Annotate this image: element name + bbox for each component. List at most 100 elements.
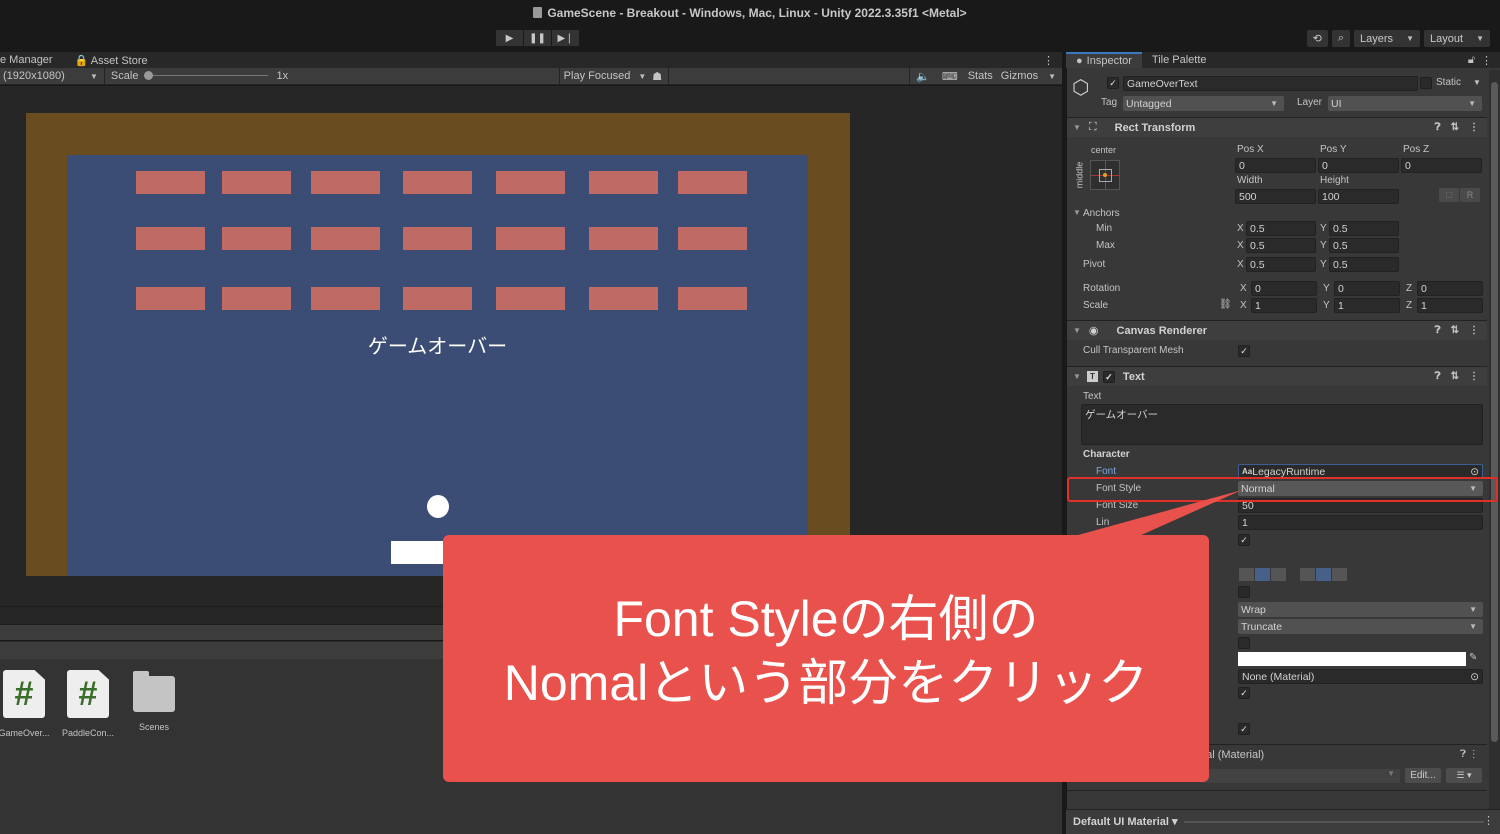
stats-button[interactable]: Stats <box>968 70 993 82</box>
raycast-target-checkbox[interactable]: ✓ <box>1238 687 1250 699</box>
maskable-checkbox[interactable]: ✓ <box>1238 723 1250 735</box>
scale-z-input[interactable]: 1 <box>1417 298 1483 313</box>
object-picker-icon[interactable]: ⊙ <box>1470 671 1479 683</box>
anchor-max-x-input[interactable]: 0.5 <box>1246 238 1316 253</box>
scrollbar-thumb[interactable] <box>1491 82 1498 742</box>
align-top-button[interactable] <box>1300 568 1315 581</box>
more-options-icon[interactable]: ⋮ <box>1469 122 1479 133</box>
rich-text-checkbox[interactable]: ✓ <box>1238 534 1250 546</box>
rect-transform-header[interactable]: ▼ ⛶ Rect Transform ❓︎ ⇅ ⋮ <box>1067 117 1487 137</box>
more-options-icon[interactable]: ⋮ <box>1043 54 1054 67</box>
rotation-y-input[interactable]: 0 <box>1334 281 1400 296</box>
align-bottom-button[interactable] <box>1332 568 1347 581</box>
asset-item[interactable]: # PaddleCon... <box>58 670 118 738</box>
anchors-label[interactable]: Anchors <box>1083 208 1120 219</box>
asset-item[interactable]: Scenes <box>124 670 184 732</box>
text-content-input[interactable]: ゲームオーバー <box>1081 404 1483 445</box>
material-object-field[interactable]: None (Material) ⊙ <box>1238 669 1483 684</box>
pause-button[interactable]: ❚❚ <box>524 30 551 46</box>
pos-y-input[interactable]: 0 <box>1318 158 1399 173</box>
rotation-z-input[interactable]: 0 <box>1417 281 1483 296</box>
cull-transparent-mesh-checkbox[interactable]: ✓ <box>1238 345 1250 357</box>
best-fit-checkbox[interactable] <box>1238 637 1250 649</box>
layers-dropdown[interactable]: Layers ▼ <box>1354 30 1420 47</box>
mute-audio-icon[interactable]: 🔈 <box>916 70 930 83</box>
shader-dropdown[interactable]: lt▼ <box>1200 769 1400 783</box>
tab-package-manager[interactable]: e Manager <box>0 54 53 66</box>
align-right-button[interactable] <box>1271 568 1286 581</box>
chevron-down-icon[interactable]: ▼ <box>1048 72 1056 81</box>
anchor-min-x-input[interactable]: 0.5 <box>1246 221 1316 236</box>
scale-x-input[interactable]: 1 <box>1251 298 1317 313</box>
asset-item[interactable]: # GameOver... <box>0 670 54 738</box>
foldout-arrow-icon[interactable]: ▼ <box>1073 208 1081 217</box>
blueprint-mode-button[interactable]: ⬚ <box>1439 188 1459 202</box>
shader-options-dropdown[interactable]: ☰ ▾ <box>1446 768 1482 783</box>
eyedropper-icon[interactable]: ✎ <box>1469 652 1477 663</box>
foldout-arrow-icon[interactable]: ▼ <box>1073 326 1081 335</box>
tab-tile-palette[interactable]: Tile Palette <box>1142 52 1217 68</box>
help-icon[interactable]: ❓︎ <box>1435 371 1441 382</box>
pos-z-input[interactable]: 0 <box>1401 158 1482 173</box>
color-field[interactable] <box>1238 652 1466 666</box>
presets-icon[interactable]: ⇅ <box>1451 122 1459 133</box>
help-icon[interactable]: ❓︎ <box>1435 122 1441 133</box>
history-button[interactable]: ⟲ <box>1306 30 1328 47</box>
chevron-down-icon[interactable]: ▼ <box>1473 78 1481 87</box>
text-component-header[interactable]: ▼ T ✓ Text ❓︎ ⇅ ⋮ <box>1067 366 1487 386</box>
help-icon[interactable]: ❓︎ ⋮ <box>1460 749 1479 760</box>
presets-icon[interactable]: ⇅ <box>1451 325 1459 336</box>
keyboard-icon[interactable]: ⌨ <box>942 70 958 83</box>
align-center-button[interactable] <box>1255 568 1270 581</box>
resolution-dropdown[interactable]: (1920x1080) <box>0 70 90 82</box>
tab-inspector[interactable]: ● Inspector <box>1066 52 1142 68</box>
align-left-button[interactable] <box>1239 568 1254 581</box>
more-options-icon[interactable]: ⋮ <box>1469 325 1479 336</box>
text-enabled-checkbox[interactable]: ✓ <box>1102 370 1115 383</box>
constrain-proportions-icon[interactable]: ⛓ <box>1219 299 1232 310</box>
bug-icon[interactable]: ☗ <box>652 70 662 83</box>
raw-edit-button[interactable]: R <box>1460 188 1480 202</box>
vertical-overflow-dropdown[interactable]: Truncate ▼ <box>1238 619 1483 634</box>
align-by-geometry-checkbox[interactable] <box>1238 586 1250 598</box>
object-picker-icon[interactable]: ⊙ <box>1470 466 1479 478</box>
static-checkbox[interactable] <box>1420 77 1432 89</box>
tag-dropdown[interactable]: Untagged ▼ <box>1123 96 1284 111</box>
step-button[interactable]: ▶❘ <box>552 30 579 46</box>
pivot-x-input[interactable]: 0.5 <box>1246 257 1316 272</box>
pos-x-input[interactable]: 0 <box>1235 158 1316 173</box>
width-input[interactable]: 500 <box>1235 189 1316 204</box>
pivot-y-input[interactable]: 0.5 <box>1329 257 1399 272</box>
foldout-arrow-icon[interactable]: ▼ <box>1073 372 1081 381</box>
object-name-input[interactable]: GameOverText <box>1123 76 1418 91</box>
search-button[interactable]: ⌕ <box>1331 30 1350 47</box>
rotation-x-input[interactable]: 0 <box>1251 281 1317 296</box>
more-options-icon[interactable]: ⋮ <box>1469 371 1479 382</box>
edit-shader-button[interactable]: Edit... <box>1405 768 1441 783</box>
canvas-renderer-header[interactable]: ▼ ◉ Canvas Renderer ❓︎ ⇅ ⋮ <box>1067 320 1487 340</box>
scale-y-input[interactable]: 1 <box>1334 298 1400 313</box>
more-options-icon[interactable]: ⋮ <box>1481 54 1492 67</box>
chevron-down-icon[interactable]: ▼ <box>90 72 98 81</box>
tab-asset-store[interactable]: 🔒 Asset Store <box>75 54 170 67</box>
align-middle-button[interactable] <box>1316 568 1331 581</box>
layout-dropdown[interactable]: Layout ▼ <box>1424 30 1490 47</box>
layer-dropdown[interactable]: UI ▼ <box>1328 96 1482 111</box>
preview-title[interactable]: Default UI Material ▾ <box>1073 815 1178 828</box>
horizontal-overflow-dropdown[interactable]: Wrap ▼ <box>1238 602 1483 617</box>
help-icon[interactable]: ❓︎ <box>1435 325 1441 336</box>
foldout-arrow-icon[interactable]: ▼ <box>1073 123 1081 132</box>
play-button[interactable]: ▶ <box>496 30 523 46</box>
more-options-icon[interactable]: ⋮ <box>1483 814 1494 827</box>
scale-slider-handle[interactable] <box>144 71 154 80</box>
chevron-down-icon[interactable]: ▼ <box>638 72 646 81</box>
line-spacing-input[interactable]: 1 <box>1238 515 1483 530</box>
gizmos-button[interactable]: Gizmos <box>1001 70 1038 82</box>
active-checkbox[interactable]: ✓ <box>1107 77 1119 89</box>
anchor-min-y-input[interactable]: 0.5 <box>1329 221 1399 236</box>
anchor-presets-button[interactable] <box>1090 160 1120 190</box>
lock-icon[interactable]: 🔓︎ <box>1468 54 1475 67</box>
anchor-max-y-input[interactable]: 0.5 <box>1329 238 1399 253</box>
height-input[interactable]: 100 <box>1318 189 1399 204</box>
play-focused-dropdown[interactable]: Play Focused <box>564 70 631 82</box>
